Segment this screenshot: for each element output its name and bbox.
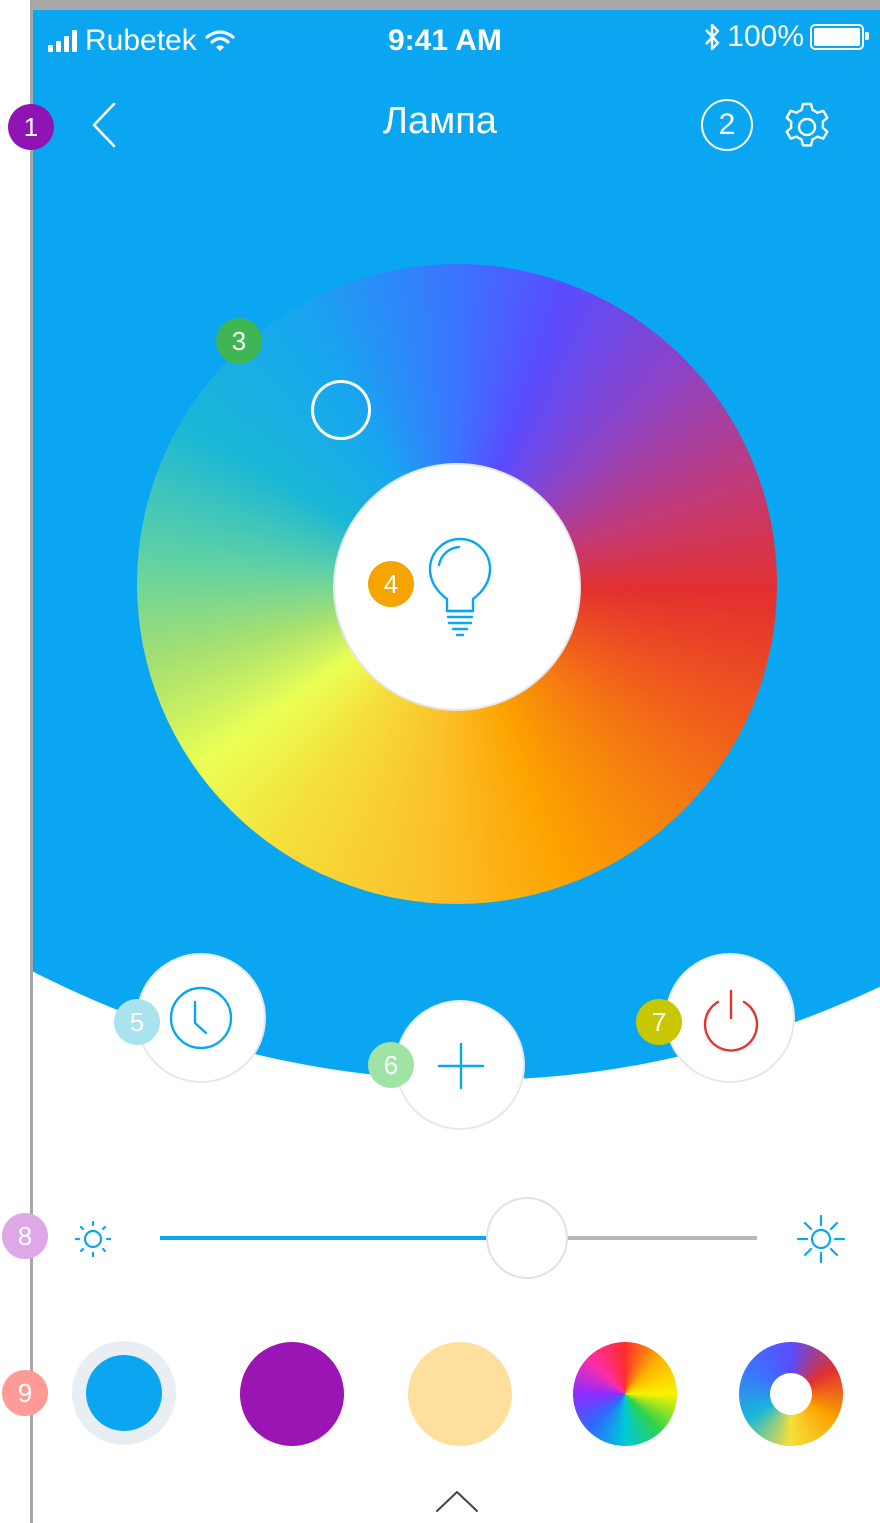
battery-percent: 100% (727, 20, 804, 53)
annotation-marker-4: 4 (368, 561, 414, 607)
annotation-marker-9: 9 (2, 1370, 48, 1416)
annotation-marker-3: 3 (216, 318, 262, 364)
preset-color-wheel[interactable] (573, 1342, 677, 1446)
wifi-icon (205, 30, 235, 51)
sun-large-icon (796, 1214, 846, 1264)
power-button[interactable] (665, 953, 795, 1083)
annotation-marker-7: 7 (636, 999, 682, 1045)
battery-icon (810, 24, 869, 50)
status-left: Rubetek (48, 24, 235, 58)
annotation-marker-5: 5 (114, 999, 160, 1045)
sun-small-icon (74, 1220, 112, 1258)
devices-count-button[interactable]: 2 (701, 99, 753, 151)
carrier-label: Rubetek (85, 24, 197, 57)
preset-purple[interactable] (240, 1342, 344, 1446)
chevron-up-icon[interactable] (434, 1488, 480, 1514)
power-icon (703, 989, 759, 1052)
brightness-track-filled (160, 1236, 525, 1240)
plus-icon (437, 1042, 485, 1090)
preset-color-ring[interactable] (739, 1342, 843, 1446)
settings-button[interactable] (778, 98, 836, 156)
preset-warm[interactable] (408, 1342, 512, 1446)
signal-icon (48, 30, 77, 52)
annotation-marker-6: 6 (368, 1042, 414, 1088)
bluetooth-icon (705, 23, 720, 51)
status-right: 100% (703, 20, 869, 54)
brightness-slider-thumb[interactable] (486, 1197, 568, 1279)
add-button[interactable] (395, 1000, 525, 1130)
top-border (30, 0, 880, 10)
preset-color-ring-hole (770, 1373, 812, 1415)
preset-blue[interactable] (86, 1355, 162, 1431)
lightbulb-icon (428, 537, 492, 637)
left-border (0, 0, 33, 1523)
gear-icon (785, 102, 829, 147)
clock-icon (169, 986, 233, 1050)
annotation-marker-1: 1 (8, 104, 54, 150)
annotation-marker-8: 8 (2, 1213, 48, 1259)
status-time: 9:41 AM (388, 24, 502, 57)
status-bar: Rubetek 9:41 AM 100% (32, 10, 880, 72)
color-picker-handle[interactable] (311, 380, 371, 440)
